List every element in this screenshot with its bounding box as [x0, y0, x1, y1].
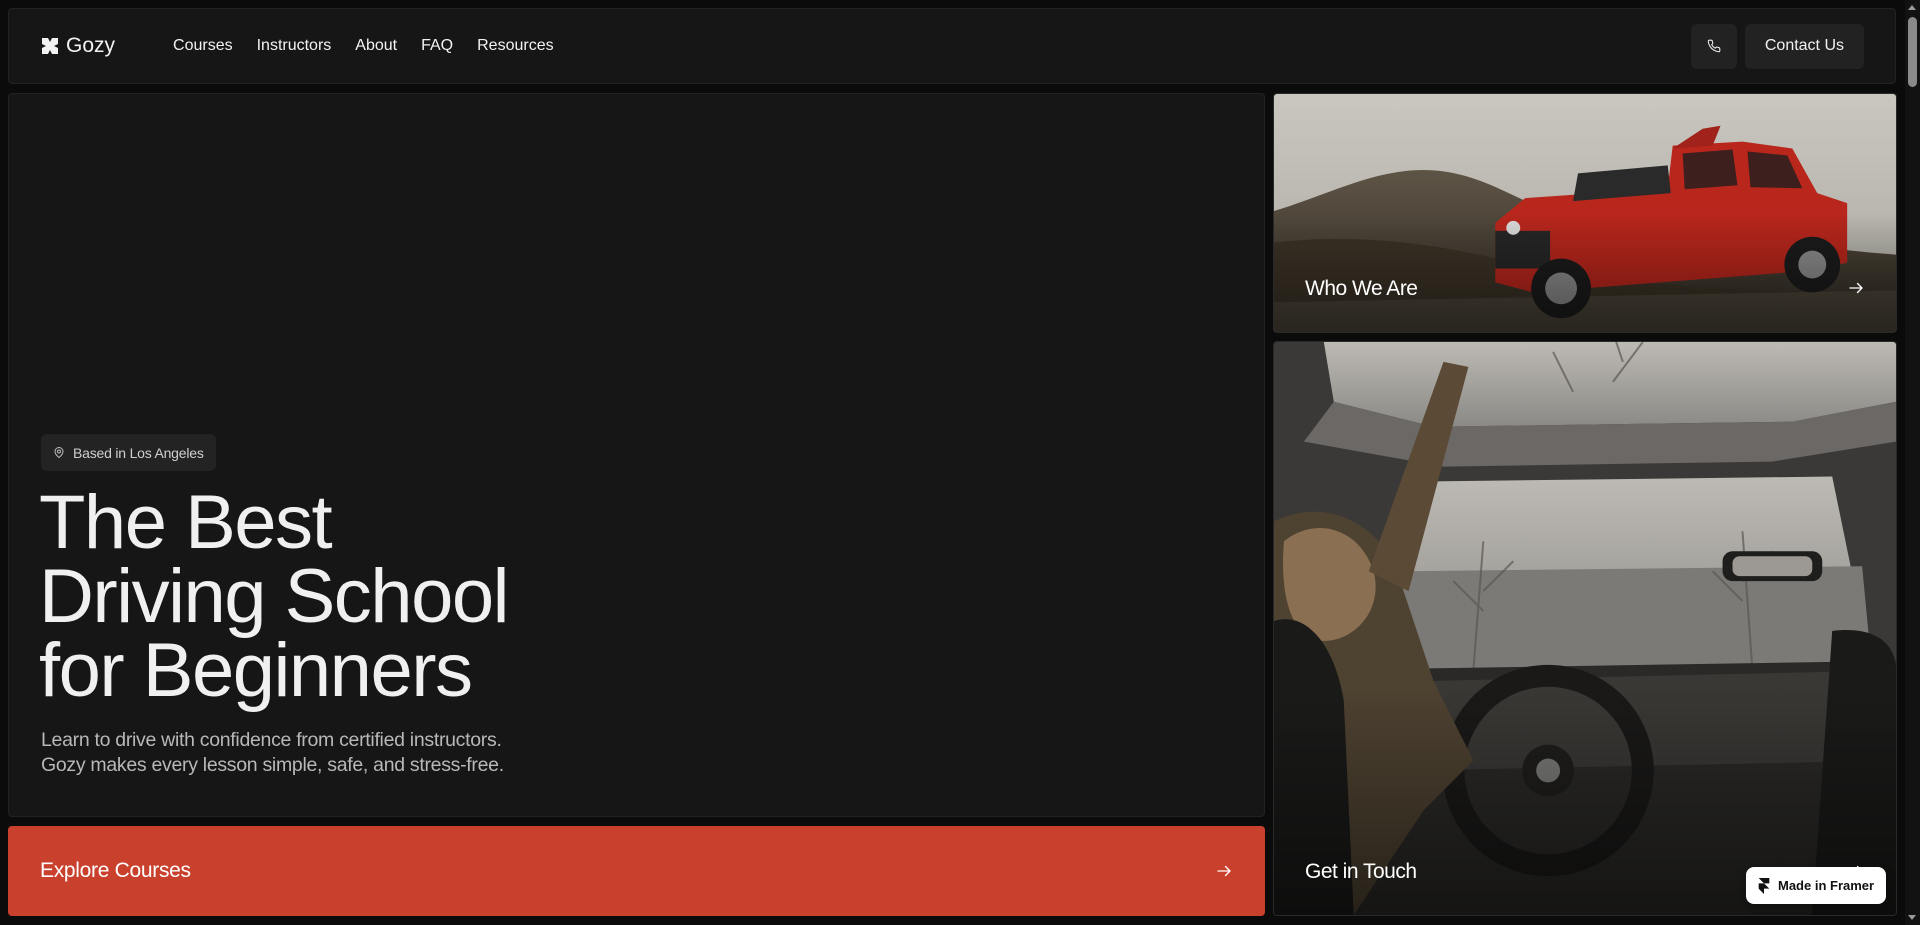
woman-driving-image [1274, 342, 1896, 915]
brand-name: Gozy [66, 34, 116, 57]
location-text: Based in Los Angeles [73, 444, 204, 461]
location-badge: Based in Los Angeles [41, 434, 216, 471]
hero-title: The Best Driving School for Beginners [39, 480, 510, 713]
top-navigation: Gozy Courses Instructors About FAQ Resou… [8, 8, 1896, 84]
nav-link-instructors[interactable]: Instructors [257, 37, 332, 55]
framer-logo-icon [1758, 877, 1770, 894]
hero-subtitle: Learn to drive with confidence from cert… [41, 728, 561, 778]
hero-title-line-1: The Best [39, 480, 333, 565]
page-scrollbar[interactable] [1905, 0, 1920, 925]
get-in-touch-label: Get in Touch [1305, 860, 1417, 883]
explore-courses-button[interactable]: Explore Courses [8, 826, 1265, 916]
get-in-touch-card[interactable]: Get in Touch [1273, 341, 1897, 916]
nav-link-courses[interactable]: Courses [173, 37, 233, 55]
nav-links: Courses Instructors About FAQ Resources [173, 37, 554, 55]
scroll-down-arrow[interactable] [1908, 915, 1916, 920]
hero-subtitle-line-1: Learn to drive with confidence from cert… [41, 729, 502, 751]
nav-link-about[interactable]: About [355, 37, 397, 55]
brand-logo[interactable]: Gozy [40, 34, 115, 58]
nav-actions: Contact Us [1690, 23, 1864, 69]
nav-link-resources[interactable]: Resources [477, 37, 553, 55]
scroll-up-arrow[interactable] [1908, 5, 1916, 10]
who-we-are-card[interactable]: Who We Are [1273, 93, 1897, 333]
who-we-are-label: Who We Are [1305, 277, 1418, 300]
gozy-logo-icon [42, 38, 58, 54]
arrow-right-icon [1217, 865, 1231, 877]
hero-subtitle-line-2: Gozy makes every lesson simple, safe, an… [41, 754, 504, 776]
scrollbar-thumb[interactable] [1908, 17, 1917, 87]
made-in-framer-badge[interactable]: Made in Framer [1746, 867, 1887, 904]
hero-title-line-2: Driving School [39, 554, 510, 639]
explore-courses-label: Explore Courses [40, 859, 191, 882]
phone-icon [1707, 39, 1721, 53]
hero-title-line-3: for Beginners [39, 628, 473, 713]
contact-us-button[interactable]: Contact Us [1744, 23, 1864, 69]
map-pin-icon [54, 447, 64, 458]
made-in-framer-label: Made in Framer [1778, 878, 1875, 893]
arrow-right-icon [1849, 282, 1863, 294]
hero-panel: Based in Los Angeles The Best Driving Sc… [8, 93, 1265, 817]
nav-link-faq[interactable]: FAQ [421, 37, 453, 55]
phone-button[interactable] [1690, 23, 1737, 69]
